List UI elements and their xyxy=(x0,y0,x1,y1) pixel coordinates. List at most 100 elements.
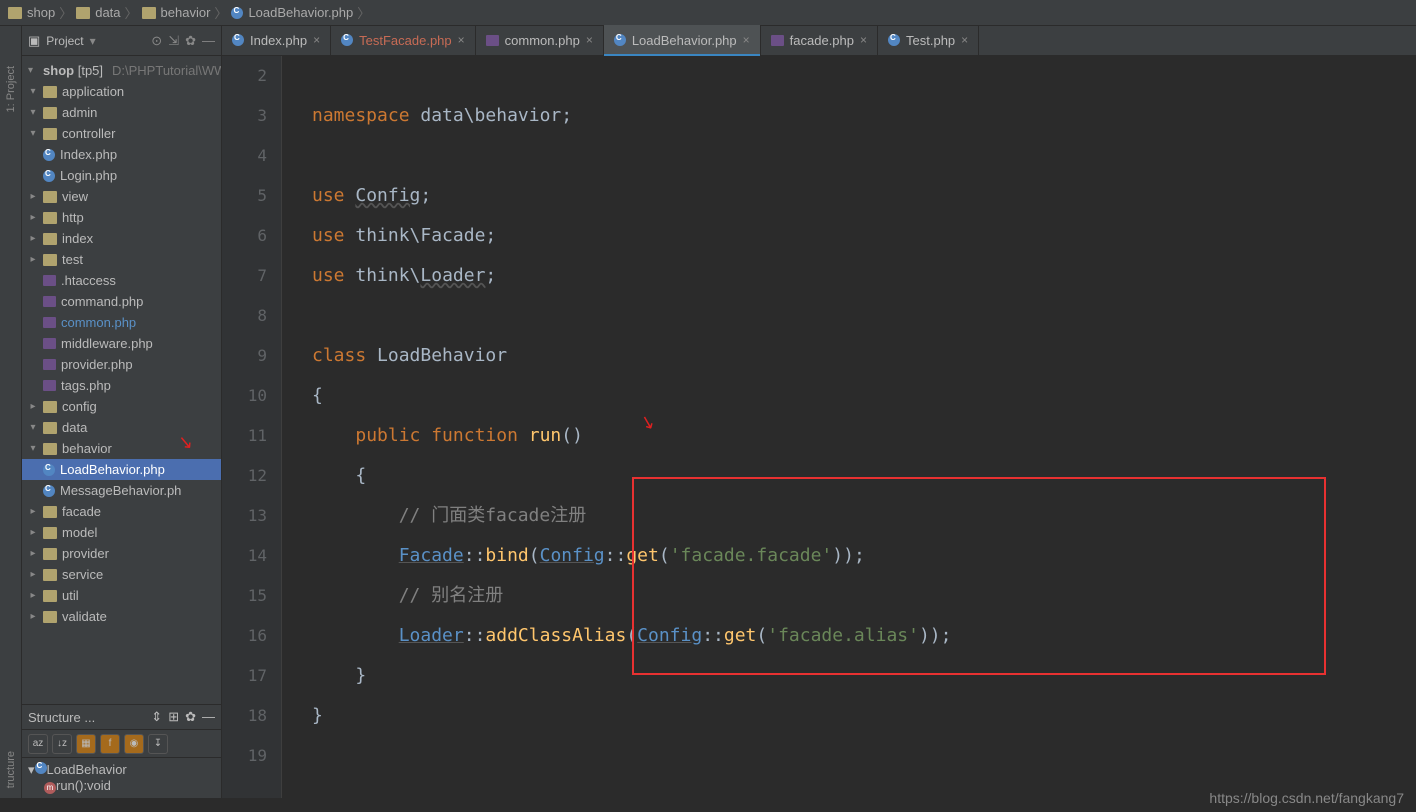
tree-test[interactable]: ▸test xyxy=(22,249,221,270)
tree-index-php[interactable]: Index.php xyxy=(22,144,221,165)
code-line[interactable] xyxy=(312,296,1416,336)
close-icon[interactable]: × xyxy=(313,33,320,47)
tree-http[interactable]: ▸http xyxy=(22,207,221,228)
code-line[interactable]: } xyxy=(312,696,1416,736)
show-fields-button[interactable]: ▦ xyxy=(76,734,96,754)
crumb-file[interactable]: LoadBehavior.php xyxy=(231,5,353,20)
tree-provider[interactable]: provider.php xyxy=(22,354,221,375)
code-line[interactable]: { xyxy=(312,376,1416,416)
tree-loadbehavior[interactable]: LoadBehavior.php xyxy=(22,459,221,480)
code-line[interactable] xyxy=(312,56,1416,96)
tree-middleware[interactable]: middleware.php xyxy=(22,333,221,354)
tree-validate[interactable]: ▸validate xyxy=(22,606,221,627)
annotation-arrow: ↘ xyxy=(177,431,194,453)
code-line[interactable]: use Config; xyxy=(312,176,1416,216)
tree-view[interactable]: ▸view xyxy=(22,186,221,207)
expand-icon[interactable]: ⊞ xyxy=(168,709,179,725)
crumb-data[interactable]: data xyxy=(76,5,120,20)
tree-messagebehavior[interactable]: MessageBehavior.ph xyxy=(22,480,221,501)
code-line[interactable] xyxy=(312,136,1416,176)
tree-tags[interactable]: tags.php xyxy=(22,375,221,396)
gear-icon[interactable]: ✿ xyxy=(185,709,196,725)
sort-icon[interactable]: ⇕ xyxy=(151,709,162,725)
close-icon[interactable]: × xyxy=(743,33,750,47)
chevron-down-icon[interactable]: ▾ xyxy=(90,34,96,48)
code-line[interactable]: } xyxy=(312,656,1416,696)
structure-method-run[interactable]: mrun():void xyxy=(22,778,221,794)
tab-label: TestFacade.php xyxy=(359,33,452,48)
tree-service[interactable]: ▸service xyxy=(22,564,221,585)
code-line[interactable]: public function run() xyxy=(312,416,1416,456)
editor-tabs: Index.php×TestFacade.php×common.php×Load… xyxy=(222,26,1416,56)
breadcrumb-sep: 〉 xyxy=(125,3,138,22)
project-tree[interactable]: ▾shop [tp5]D:\PHPTutorial\WW ▾applicatio… xyxy=(22,56,221,704)
tree-index[interactable]: ▸index xyxy=(22,228,221,249)
php-file-icon xyxy=(232,34,244,46)
close-icon[interactable]: × xyxy=(458,33,465,47)
code-line[interactable]: Loader::addClassAlias(Config::get('facad… xyxy=(312,616,1416,656)
watermark: https://blog.csdn.net/fangkang7 xyxy=(1209,790,1404,806)
tree-command[interactable]: command.php xyxy=(22,291,221,312)
code-line[interactable]: use think\Loader; xyxy=(312,256,1416,296)
php-file-icon xyxy=(486,35,499,46)
hide-icon[interactable]: — xyxy=(202,709,215,725)
tree-htaccess[interactable]: .htaccess xyxy=(22,270,221,291)
code-line[interactable]: namespace data\behavior; xyxy=(312,96,1416,136)
tree-util[interactable]: ▸util xyxy=(22,585,221,606)
code-line[interactable]: use think\Facade; xyxy=(312,216,1416,256)
hide-icon[interactable]: — xyxy=(202,33,215,49)
show-inherited-button[interactable]: f xyxy=(100,734,120,754)
editor-tab[interactable]: Test.php× xyxy=(878,25,979,55)
code-line[interactable]: Facade::bind(Config::get('facade.facade'… xyxy=(312,536,1416,576)
editor-tab[interactable]: facade.php× xyxy=(761,25,878,55)
breadcrumb-sep: 〉 xyxy=(357,3,370,22)
autoscroll-button[interactable]: ↧ xyxy=(148,734,168,754)
crumb-behavior[interactable]: behavior xyxy=(142,5,211,20)
collapse-icon[interactable]: ⇲ xyxy=(168,33,179,49)
show-constants-button[interactable]: ◉ xyxy=(124,734,144,754)
project-panel-icon: ▣ xyxy=(28,33,40,49)
editor-tab[interactable]: common.php × xyxy=(476,25,604,55)
tree-config[interactable]: ▸config xyxy=(22,396,221,417)
tree-facade[interactable]: ▸facade xyxy=(22,501,221,522)
crumb-shop[interactable]: shop xyxy=(8,5,55,20)
project-panel-title: Project xyxy=(46,34,83,48)
gear-icon[interactable]: ✿ xyxy=(185,33,196,49)
tree-login-php[interactable]: Login.php xyxy=(22,165,221,186)
breadcrumb-sep: 〉 xyxy=(59,3,72,22)
code-line[interactable]: // 门面类facade注册 xyxy=(312,496,1416,536)
code-line[interactable]: { xyxy=(312,456,1416,496)
sort-visibility-button[interactable]: ↓z xyxy=(52,734,72,754)
folder-icon xyxy=(8,7,22,19)
code-line[interactable]: class LoadBehavior xyxy=(312,336,1416,376)
close-icon[interactable]: × xyxy=(586,33,593,47)
code-line[interactable]: // 别名注册 xyxy=(312,576,1416,616)
tree-admin[interactable]: ▾admin xyxy=(22,102,221,123)
editor-tab[interactable]: Index.php× xyxy=(222,25,331,55)
tool-window-rail: 1: Project tructure xyxy=(0,26,22,798)
tree-application[interactable]: ▾application xyxy=(22,81,221,102)
tree-root[interactable]: ▾shop [tp5]D:\PHPTutorial\WW xyxy=(22,60,221,81)
close-icon[interactable]: × xyxy=(860,33,867,47)
code-area[interactable]: 2345678910111213141516171819 namespace d… xyxy=(222,56,1416,798)
sort-alpha-button[interactable]: az xyxy=(28,734,48,754)
code-content[interactable]: namespace data\behavior;use Config;use t… xyxy=(282,56,1416,798)
tree-model[interactable]: ▸model xyxy=(22,522,221,543)
editor-tab[interactable]: TestFacade.php × xyxy=(331,25,476,55)
locate-icon[interactable]: ⊙ xyxy=(151,33,162,49)
structure-tool-tab[interactable]: tructure xyxy=(5,751,17,788)
tree-provider-dir[interactable]: ▸provider xyxy=(22,543,221,564)
tree-controller[interactable]: ▾controller xyxy=(22,123,221,144)
tree-common[interactable]: common.php xyxy=(22,312,221,333)
editor-tab[interactable]: LoadBehavior.php× xyxy=(604,25,761,55)
code-line[interactable] xyxy=(312,736,1416,776)
structure-class[interactable]: ▾LoadBehavior xyxy=(22,762,221,778)
project-panel-header: ▣ Project ▾ ⊙ ⇲ ✿ — xyxy=(22,26,221,56)
breadcrumb-sep: 〉 xyxy=(214,3,227,22)
tab-label: common.php xyxy=(505,33,580,48)
structure-tree[interactable]: ▾LoadBehavior mrun():void xyxy=(22,758,221,798)
editor-area: Index.php×TestFacade.php×common.php×Load… xyxy=(222,26,1416,798)
project-tool-tab[interactable]: 1: Project xyxy=(5,66,17,112)
php-file-icon xyxy=(341,34,353,46)
close-icon[interactable]: × xyxy=(961,33,968,47)
